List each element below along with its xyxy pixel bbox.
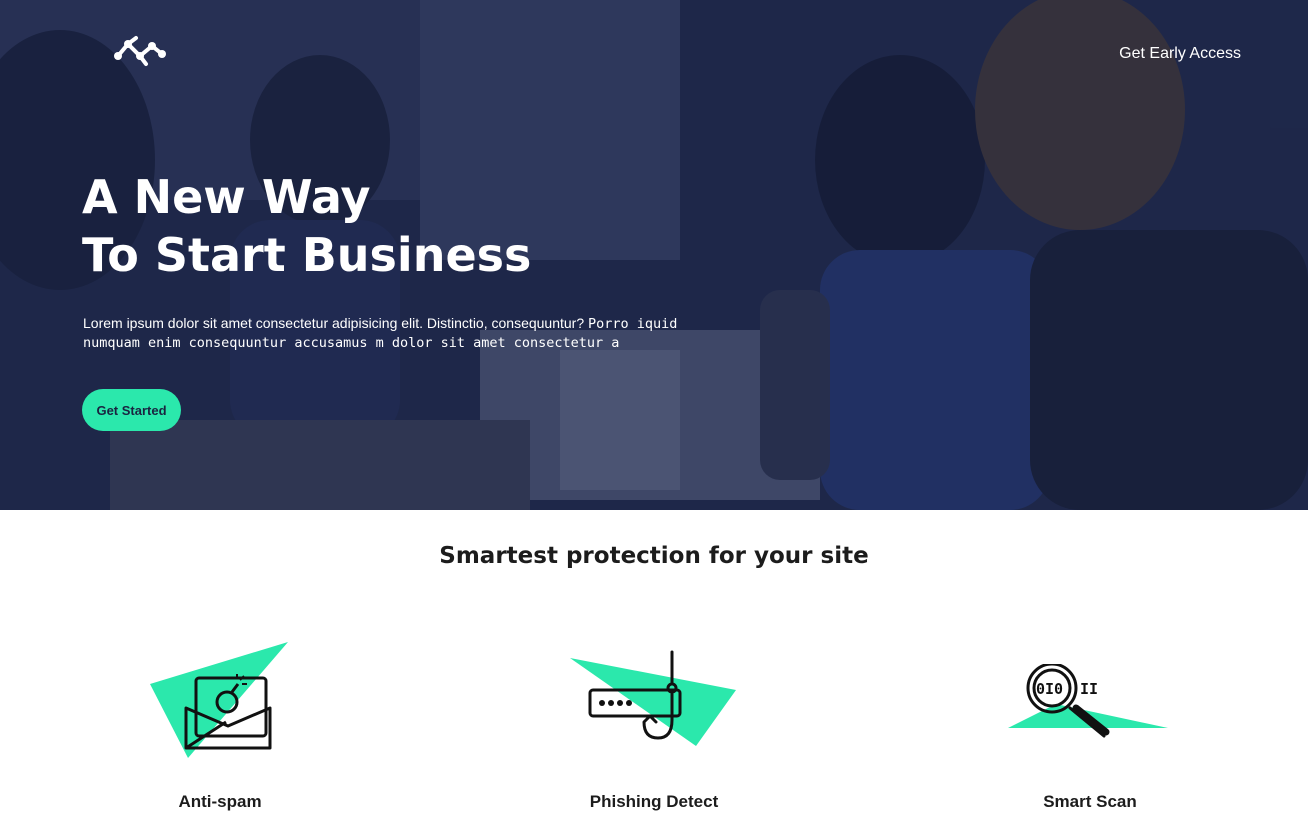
feature-label: Smart Scan — [1043, 792, 1137, 811]
feature-label: Phishing Detect — [589, 792, 719, 811]
envelope-bomb-icon — [150, 642, 288, 758]
get-early-access-link[interactable]: Get Early Access — [1119, 45, 1241, 63]
feature-smart-scan: 0I0 II Smart Scan — [950, 640, 1230, 816]
hero-section: Get Early Access A New Way To Start Busi… — [0, 0, 1308, 510]
password-hook-icon — [570, 650, 736, 746]
feature-anti-spam: Anti-spam — [80, 640, 360, 816]
get-started-button[interactable]: Get Started — [82, 389, 181, 431]
hero-title-line-1: A New Way — [82, 170, 371, 224]
hero-description-sans: Lorem ipsum dolor sit amet consectetur a… — [83, 315, 589, 331]
feature-phishing-detect: Phishing Detect — [514, 640, 794, 816]
network-nodes-icon[interactable] — [112, 34, 166, 68]
svg-text:0I0: 0I0 — [1036, 680, 1063, 698]
features-title: Smartest protection for your site — [439, 543, 869, 569]
svg-text:II: II — [1080, 680, 1098, 698]
hero-title: A New Way To Start Business — [82, 168, 531, 284]
magnifier-binary-icon: 0I0 II — [1008, 664, 1168, 738]
hero-title-line-2: To Start Business — [82, 228, 532, 282]
feature-label: Anti-spam — [178, 792, 262, 811]
hero-description: Lorem ipsum dolor sit amet consectetur a… — [83, 314, 723, 352]
